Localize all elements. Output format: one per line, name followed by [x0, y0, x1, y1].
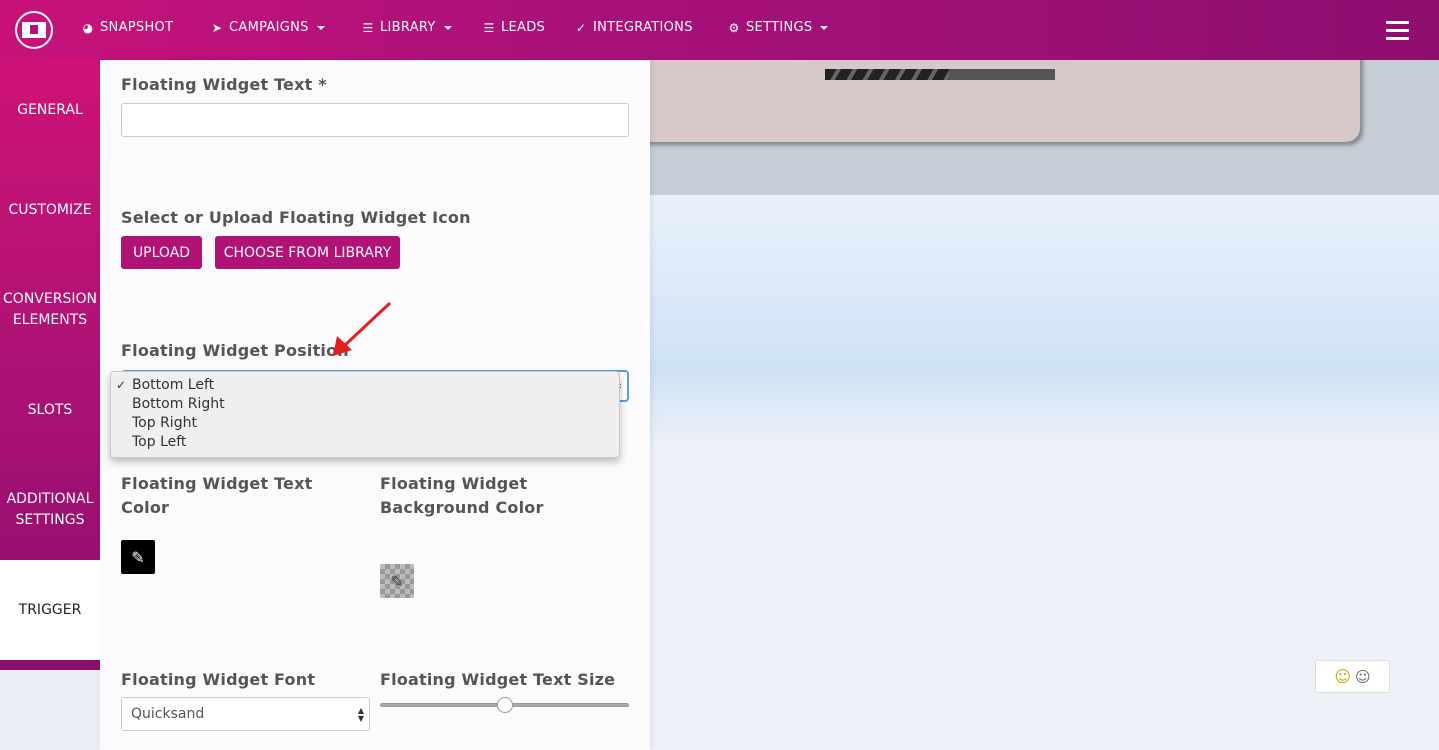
preview-background-image — [650, 195, 1439, 445]
tab-trigger-label: TRIGGER — [18, 601, 82, 618]
emoji-add-icon: ☺ — [1334, 667, 1352, 686]
position-option-label: Top Right — [132, 415, 197, 431]
checkmark-icon: ✓ — [116, 378, 127, 392]
nav-integrations-label: INTEGRATIONS — [593, 20, 693, 35]
position-option[interactable]: ✓ Bottom Left — [111, 376, 619, 395]
tab-additional-settings[interactable]: ADDITIONAL SETTINGS — [0, 460, 100, 560]
tab-slots-label: SLOTS — [27, 401, 73, 418]
nav-library[interactable]: ☰ LIBRARY — [362, 20, 452, 35]
choose-from-library-button[interactable]: CHOOSE FROM LIBRARY — [215, 236, 400, 269]
nav-leads-label: LEADS — [501, 20, 546, 35]
text-color-swatch[interactable]: ✎ — [121, 540, 155, 574]
position-option[interactable]: Top Left — [111, 433, 619, 452]
tab-customize[interactable]: CUSTOMIZE — [0, 160, 100, 260]
nav-integrations[interactable]: ✓ INTEGRATIONS — [575, 20, 693, 35]
paper-plane-icon: ➤ — [211, 20, 223, 35]
position-option-label: Bottom Left — [132, 377, 215, 393]
widget-text-size-label: Floating Widget Text Size — [380, 670, 616, 689]
nav-campaigns[interactable]: ➤ CAMPAIGNS — [211, 20, 325, 35]
tab-trigger[interactable]: TRIGGER — [0, 560, 100, 660]
nav-campaigns-label: CAMPAIGNS — [229, 20, 309, 35]
menu-icon[interactable] — [1386, 21, 1409, 40]
cogs-icon: ⚙ — [728, 20, 740, 35]
widget-preview: ☺ ☺ — [650, 60, 1439, 750]
nav-snapshot[interactable]: ◕ SNAPSHOT — [82, 20, 173, 35]
widget-text-label: Floating Widget Text * — [121, 75, 327, 94]
plug-icon: ✓ — [575, 20, 587, 35]
background-color-swatch[interactable]: ✎ — [380, 564, 414, 598]
tab-general[interactable]: GENERAL — [0, 60, 100, 160]
text-size-slider[interactable] — [380, 697, 629, 713]
widget-position-label: Floating Widget Position — [121, 341, 349, 360]
position-option-label: Top Left — [132, 434, 187, 450]
paintbrush-icon: ✎ — [131, 547, 145, 567]
nav-library-label: LIBRARY — [380, 20, 436, 35]
preview-card — [650, 60, 1360, 142]
nav-settings[interactable]: ⚙ SETTINGS — [728, 20, 829, 35]
nav-settings-label: SETTINGS — [746, 20, 813, 35]
widget-font-value: Quicksand — [131, 706, 205, 722]
widget-font-label: Floating Widget Font — [121, 670, 316, 689]
chevron-down-icon — [443, 25, 452, 30]
list-icon: ☰ — [483, 20, 495, 35]
chevron-down-icon — [316, 25, 325, 30]
paintbrush-icon: ✎ — [390, 571, 404, 591]
widget-font-select[interactable]: Quicksand ▲ ▼ — [121, 697, 370, 731]
preview-progress-bar — [825, 69, 1055, 80]
select-arrows-icon: ▲▼ — [357, 706, 364, 723]
position-dropdown-list: ✓ Bottom Left Bottom Right Top Right Top … — [110, 371, 620, 458]
widget-text-input[interactable] — [121, 103, 629, 137]
app-logo[interactable] — [15, 11, 53, 49]
position-option-label: Bottom Right — [132, 396, 225, 412]
position-option[interactable]: Bottom Right — [111, 395, 619, 414]
settings-form-panel: Floating Widget Text * Select or Upload … — [100, 60, 650, 750]
tab-conversion-elements[interactable]: CONVERSION ELEMENTS — [0, 260, 100, 360]
tab-customize-label: CUSTOMIZE — [8, 201, 92, 218]
background-color-label: Floating Widget Background Color — [380, 474, 544, 517]
chevron-down-icon — [820, 25, 829, 30]
tab-conversion-elements-label: CONVERSION ELEMENTS — [3, 291, 97, 328]
preview-progress-fill — [825, 69, 950, 80]
tab-general-label: GENERAL — [17, 101, 83, 118]
dashboard-icon: ◕ — [82, 20, 94, 35]
emoji-picker-button[interactable]: ☺ ☺ — [1315, 660, 1390, 693]
tab-slots[interactable]: SLOTS — [0, 360, 100, 460]
server-icon: ☰ — [362, 20, 374, 35]
text-color-label: Floating Widget Text Color — [121, 474, 313, 517]
settings-sidebar: GENERAL CUSTOMIZE CONVERSION ELEMENTS SL… — [0, 60, 100, 670]
upload-button[interactable]: UPLOAD — [121, 236, 202, 269]
nav-snapshot-label: SNAPSHOT — [100, 20, 174, 35]
slider-thumb[interactable] — [496, 697, 513, 713]
position-option[interactable]: Top Right — [111, 414, 619, 433]
tab-additional-settings-label: ADDITIONAL SETTINGS — [6, 491, 94, 528]
nav-leads[interactable]: ☰ LEADS — [483, 20, 545, 35]
top-navbar: ◕ SNAPSHOT ➤ CAMPAIGNS ☰ LIBRARY ☰ LEADS… — [0, 0, 1439, 60]
widget-icon-label: Select or Upload Floating Widget Icon — [121, 208, 471, 227]
smile-icon: ☺ — [1355, 667, 1371, 686]
